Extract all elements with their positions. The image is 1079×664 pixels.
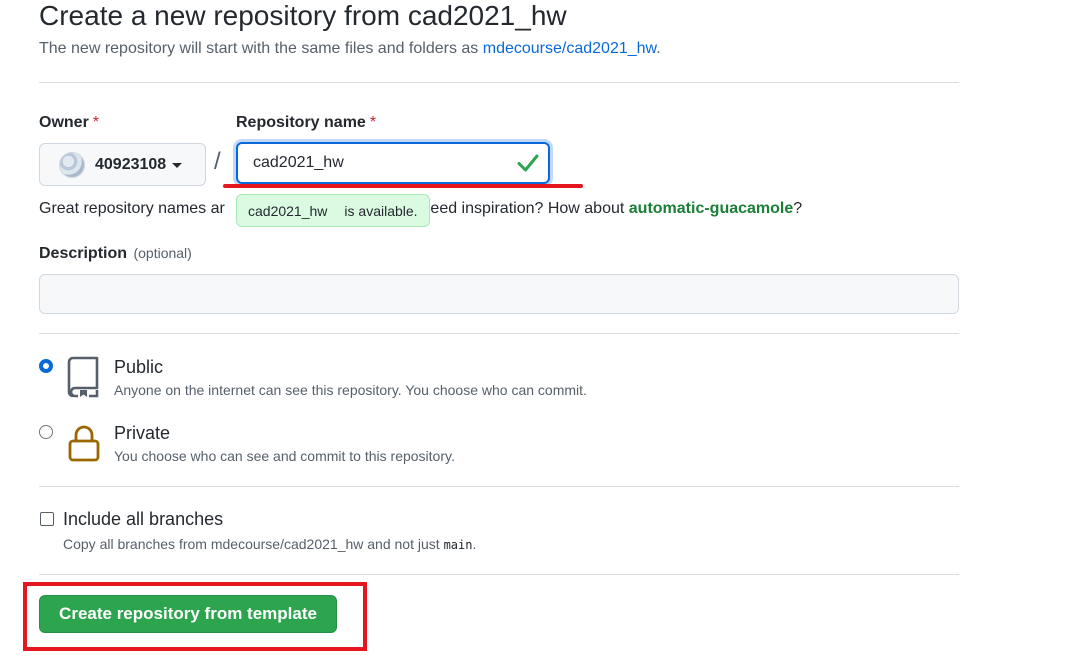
owner-name: 40923108 bbox=[95, 155, 167, 173]
include-branches-label[interactable]: Include all branches bbox=[63, 509, 223, 530]
repo-icon bbox=[67, 356, 99, 398]
highlight-underline bbox=[223, 184, 583, 188]
branches-desc-text: Copy all branches from mdecourse/cad2021… bbox=[63, 536, 444, 552]
description-label: Description (optional) bbox=[39, 245, 192, 263]
repo-name-input[interactable] bbox=[236, 142, 550, 184]
page-subtitle: The new repository will start with the s… bbox=[39, 40, 661, 58]
owner-repo-separator: / bbox=[214, 148, 221, 175]
page-title: Create a new repository from cad2021_hw bbox=[39, 0, 567, 31]
hint-suffix: ? bbox=[793, 200, 803, 217]
include-branches-desc: Copy all branches from mdecourse/cad2021… bbox=[63, 536, 476, 552]
repo-name-label-text: Repository name bbox=[236, 114, 366, 131]
description-label-text: Description bbox=[39, 245, 128, 262]
name-suggestion[interactable]: automatic-guacamole bbox=[629, 200, 793, 217]
divider bbox=[39, 333, 959, 334]
check-icon bbox=[517, 154, 539, 172]
badge-repo-name: cad2021_hw bbox=[248, 202, 328, 219]
private-desc: You choose who can see and commit to thi… bbox=[114, 448, 455, 464]
avatar bbox=[59, 151, 85, 178]
subtitle-text: The new repository will start with the s… bbox=[39, 40, 483, 57]
branch-name-code: main bbox=[443, 538, 473, 552]
template-repo-link[interactable]: mdecourse/cad2021_hw bbox=[483, 40, 656, 57]
hint-middle: Need inspiration? How about bbox=[418, 200, 629, 217]
availability-badge: cad2021_hw is available. bbox=[236, 194, 430, 227]
public-radio[interactable] bbox=[39, 359, 53, 373]
lock-icon bbox=[68, 425, 100, 462]
hint-prefix: Great repository names ar bbox=[39, 200, 225, 217]
private-title: Private bbox=[114, 423, 171, 443]
required-mark: * bbox=[92, 114, 100, 131]
divider bbox=[39, 82, 959, 83]
branches-desc-suffix: . bbox=[472, 536, 477, 552]
subtitle-suffix: . bbox=[656, 40, 661, 57]
include-branches-checkbox[interactable] bbox=[40, 512, 54, 526]
public-title: Public bbox=[114, 357, 164, 377]
divider bbox=[39, 486, 959, 487]
caret-down-icon bbox=[172, 163, 183, 168]
description-input[interactable] bbox=[39, 274, 959, 314]
highlight-box bbox=[23, 582, 367, 651]
required-mark: * bbox=[369, 114, 377, 131]
owner-select[interactable]: 40923108 bbox=[39, 143, 206, 186]
repo-name-label: Repository name * bbox=[236, 114, 376, 132]
owner-label: Owner * bbox=[39, 114, 99, 132]
optional-hint: (optional) bbox=[133, 245, 192, 261]
badge-status: is available. bbox=[344, 202, 418, 219]
public-desc: Anyone on the internet can see this repo… bbox=[114, 382, 587, 398]
divider bbox=[39, 574, 959, 575]
private-radio[interactable] bbox=[39, 425, 53, 439]
owner-label-text: Owner bbox=[39, 114, 89, 131]
